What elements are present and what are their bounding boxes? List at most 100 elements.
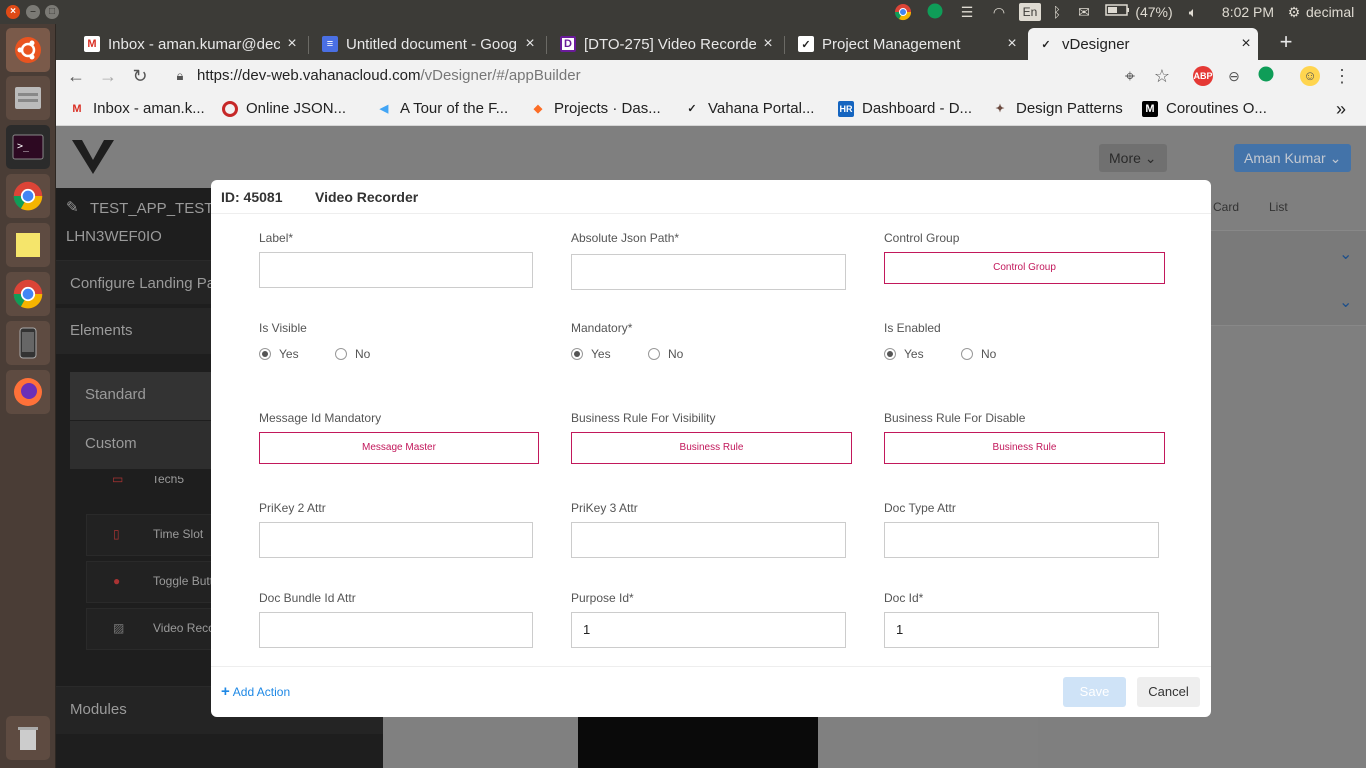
tab-project-management[interactable]: ✓ Project Management × [788, 28, 1024, 60]
app-header: More ⌄ Aman Kumar ⌄ [56, 126, 1366, 188]
address-bar[interactable]: https://dev-web.vahanacloud.com/vDesigne… [197, 64, 1277, 88]
bookmark-coroutines[interactable]: M Coroutines O... [1142, 99, 1267, 119]
hangouts-tray-icon[interactable] [924, 3, 946, 21]
emoji-extension-icon[interactable]: ☺ [1300, 66, 1320, 86]
close-tab-icon[interactable]: × [1000, 35, 1024, 53]
mandatory-label: Mandatory* [571, 321, 633, 335]
mandatory-no-radio[interactable]: No [648, 347, 683, 361]
phone-preview [578, 708, 818, 768]
save-button[interactable]: Save [1063, 677, 1126, 707]
back-arrow-icon[interactable]: ← [66, 66, 86, 86]
tab-inbox[interactable]: M Inbox - aman.kumar@dec × [74, 28, 304, 60]
is-visible-no-radio[interactable]: No [335, 347, 370, 361]
chrome-tray-icon[interactable] [892, 3, 914, 21]
user-menu-button[interactable]: Aman Kumar ⌄ [1234, 144, 1352, 172]
close-tab-icon[interactable]: × [756, 35, 780, 53]
window-minimize-icon[interactable]: – [26, 5, 40, 19]
doc-type-input[interactable] [884, 522, 1159, 558]
bookmark-online-json[interactable]: Online JSON... [222, 99, 346, 119]
window-close-icon[interactable]: × [6, 5, 20, 19]
tab-jira-video-recorder[interactable]: D [DTO-275] Video Recorder × [550, 28, 780, 60]
more-menu-button[interactable]: More ⌄ [1099, 144, 1167, 172]
mandatory-yes-radio[interactable]: Yes [571, 347, 611, 361]
message-master-button[interactable]: Message Master [259, 432, 539, 464]
mail-icon[interactable]: ✉ [1074, 3, 1094, 21]
ubuntu-dash-icon[interactable] [6, 28, 50, 72]
sticky-notes-icon[interactable] [6, 223, 50, 267]
settings-gear-icon[interactable]: ⚙ [1284, 3, 1304, 21]
is-enabled-no-radio[interactable]: No [961, 347, 996, 361]
control-group-button[interactable]: Control Group [884, 252, 1165, 284]
tab-vdesigner[interactable]: ✓ vDesigner × [1028, 28, 1258, 60]
chevron-down-icon[interactable]: ⌄ [1339, 244, 1352, 264]
doc-bundle-label: Doc Bundle Id Attr [259, 591, 356, 605]
list-tray-icon[interactable]: ☰ [956, 3, 978, 21]
terminal-icon[interactable]: >_ [6, 125, 50, 169]
message-id-label: Message Id Mandatory [259, 411, 382, 425]
bookmark-label: Coroutines O... [1166, 100, 1267, 117]
lock-icon[interactable]: 🔒︎ [170, 66, 190, 86]
bookmark-dashboard[interactable]: HR Dashboard - D... [838, 99, 972, 119]
bookmark-star-icon[interactable]: ☆ [1152, 66, 1172, 86]
location-target-icon[interactable]: ⌖ [1120, 66, 1140, 86]
prikey2-input[interactable] [259, 522, 533, 558]
prikey3-input[interactable] [571, 522, 846, 558]
files-icon[interactable] [6, 76, 50, 120]
radio-selected-icon [571, 348, 583, 360]
session-user[interactable]: decimal [1306, 3, 1364, 21]
bookmark-tour[interactable]: ◀ A Tour of the F... [376, 99, 508, 119]
new-tab-button[interactable]: + [1274, 30, 1298, 54]
dialog-header: ID: 45081 Video Recorder [211, 180, 1211, 214]
volume-icon[interactable]: 🔈︎ [1182, 3, 1204, 21]
tab-list[interactable]: List [1269, 200, 1288, 214]
chevron-down-icon[interactable]: ⌄ [1339, 292, 1352, 312]
firefox-icon[interactable] [6, 370, 50, 414]
is-visible-yes-radio[interactable]: Yes [259, 347, 299, 361]
is-enabled-yes-radio[interactable]: Yes [884, 347, 924, 361]
chrome-second-icon[interactable] [6, 272, 50, 316]
more-bookmarks-button[interactable]: » [1336, 99, 1346, 119]
forward-arrow-icon[interactable]: → [98, 66, 118, 86]
bookmark-inbox[interactable]: M Inbox - aman.k... [69, 99, 204, 119]
bookmark-design-patterns[interactable]: ✦ Design Patterns [992, 99, 1122, 119]
prikey2-label: PriKey 2 Attr [259, 501, 326, 515]
tab-untitled-document[interactable]: ≡ Untitled document - Goog × [312, 28, 542, 60]
chrome-launcher-icon[interactable] [6, 174, 50, 218]
business-rule-visibility-button[interactable]: Business Rule [571, 432, 852, 464]
wifi-icon[interactable]: ◠ [988, 3, 1010, 21]
business-rule-disable-button[interactable]: Business Rule [884, 432, 1165, 464]
trash-icon[interactable] [6, 716, 50, 760]
extension-icon[interactable]: ⊖ [1224, 66, 1244, 86]
doc-bundle-input[interactable] [259, 612, 533, 648]
element-label: Time Slot [153, 527, 204, 541]
element-id: ID: 45081 [221, 189, 283, 205]
chrome-menu-icon[interactable]: ⋮ [1332, 66, 1352, 86]
doc-id-input[interactable]: 1 [884, 612, 1159, 648]
label-input[interactable] [259, 252, 533, 288]
medium-icon: M [1142, 101, 1158, 117]
tab-title: Project Management [822, 35, 961, 53]
keyboard-language-indicator[interactable]: En [1019, 3, 1041, 21]
hangouts-extension-icon[interactable] [1256, 66, 1276, 86]
bookmark-label: Dashboard - D... [862, 100, 973, 117]
br-disable-label: Business Rule For Disable [884, 411, 1026, 425]
purpose-id-input[interactable]: 1 [571, 612, 846, 648]
dialog-body: Label* Absolute Json Path* Control Group… [211, 215, 1211, 666]
bluetooth-icon[interactable]: ᛒ [1048, 3, 1066, 21]
close-tab-icon[interactable]: × [1234, 35, 1258, 53]
phone-emulator-icon[interactable] [6, 321, 50, 365]
adblock-extension-icon[interactable]: ABP [1193, 66, 1213, 86]
close-tab-icon[interactable]: × [280, 35, 304, 53]
bookmark-vahana-portal[interactable]: ✓ Vahana Portal... [684, 99, 814, 119]
tab-card[interactable]: Card [1213, 200, 1239, 214]
tab-title: [DTO-275] Video Recorder [584, 35, 756, 53]
close-tab-icon[interactable]: × [518, 35, 542, 53]
json-path-input[interactable] [571, 254, 846, 290]
battery-icon[interactable] [1104, 3, 1132, 21]
add-action-link[interactable]: + Add Action [221, 683, 290, 700]
reload-icon[interactable]: ↻ [130, 66, 150, 86]
cancel-button[interactable]: Cancel [1137, 677, 1200, 707]
clock[interactable]: 8:02 PM [1218, 3, 1278, 21]
window-maximize-icon[interactable]: □ [45, 5, 59, 19]
bookmark-projects[interactable]: ◆ Projects · Das... [530, 99, 661, 119]
